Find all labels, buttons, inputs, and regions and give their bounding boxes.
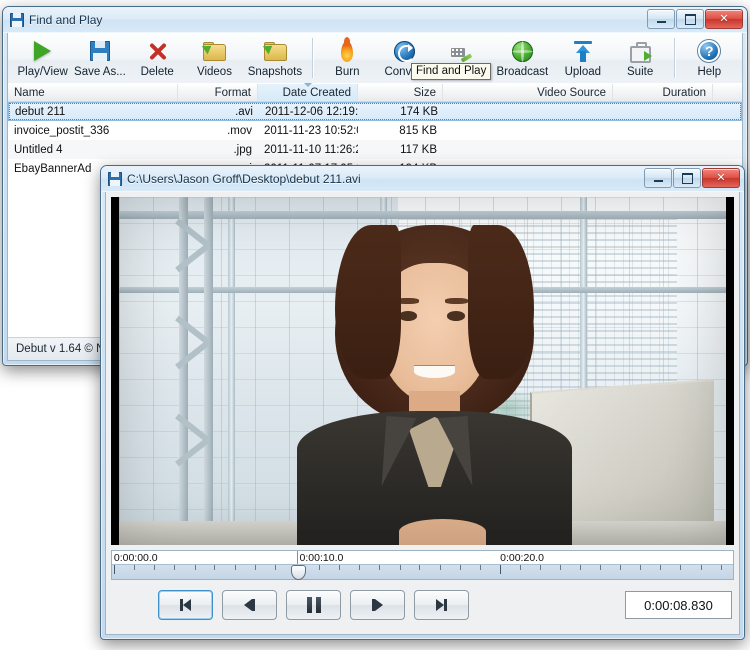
column-header-name[interactable]: Name bbox=[8, 84, 178, 101]
toolbar-button-videos[interactable]: Videos bbox=[186, 36, 243, 82]
toolbar-separator bbox=[311, 38, 314, 78]
cell-date: 2011-12-06 12:19:15 bbox=[265, 105, 359, 118]
transport-controls: 0:00:08.830 bbox=[111, 584, 734, 626]
column-header-format[interactable]: Format bbox=[178, 84, 258, 101]
cell-date: 2011-11-23 10:52:02 bbox=[264, 124, 358, 137]
toolbar-button-broadcast[interactable]: Broadcast bbox=[491, 36, 555, 82]
close-button[interactable]: ✕ bbox=[705, 9, 743, 29]
column-header-date-created[interactable]: Date Created bbox=[258, 83, 358, 101]
floppy-disk-icon bbox=[108, 172, 122, 186]
toolbar-label: Broadcast bbox=[496, 66, 549, 78]
toolbar-button-snapshots[interactable]: Snapshots bbox=[243, 36, 307, 82]
help-icon: ? bbox=[698, 39, 721, 63]
step-back-icon bbox=[244, 599, 255, 611]
cell-format: .jpg bbox=[233, 143, 252, 156]
save-icon bbox=[89, 39, 110, 63]
toolbar-label: Help bbox=[697, 66, 722, 78]
main-window-title: Find and Play bbox=[29, 13, 103, 27]
step-forward-button[interactable] bbox=[350, 590, 405, 620]
toolbar-label: Delete bbox=[140, 66, 174, 78]
skip-end-icon bbox=[436, 599, 447, 611]
close-button[interactable]: ✕ bbox=[702, 168, 740, 188]
toolbar-label: Upload bbox=[564, 66, 602, 78]
column-header-duration[interactable]: Duration bbox=[613, 84, 713, 101]
column-header-video-source[interactable]: Video Source bbox=[443, 84, 613, 101]
toolbar-separator bbox=[673, 38, 676, 78]
minimize-button[interactable] bbox=[644, 168, 672, 188]
toolbar: Play/View Save As... Delete Videos Snaps… bbox=[8, 33, 742, 87]
floppy-disk-icon bbox=[10, 13, 24, 27]
maximize-button[interactable] bbox=[676, 9, 704, 29]
cell-name: invoice_postit_336 bbox=[14, 124, 110, 137]
table-row[interactable]: invoice_postit_336 .mov 2011-11-23 10:52… bbox=[8, 121, 742, 140]
pause-icon bbox=[306, 597, 321, 613]
upload-arrow-icon bbox=[572, 39, 594, 63]
cell-name: debut 211 bbox=[15, 105, 66, 118]
toolbar-label: Save As... bbox=[74, 66, 126, 78]
maximize-button[interactable] bbox=[673, 168, 701, 188]
toolbar-button-delete[interactable]: Delete bbox=[129, 36, 186, 82]
cell-format: .mov bbox=[227, 124, 252, 137]
play-icon bbox=[34, 39, 52, 63]
toolbar-label: Videos bbox=[197, 66, 232, 78]
delete-icon bbox=[147, 39, 168, 63]
player-window-title: C:\Users\Jason Groff\Desktop\debut 211.a… bbox=[127, 172, 361, 186]
videos-folder-icon bbox=[202, 39, 227, 63]
convert-icon bbox=[394, 39, 416, 63]
toolbar-label: Burn bbox=[335, 66, 360, 78]
main-window-controls: ✕ bbox=[647, 9, 743, 29]
toolbar-label: Suite bbox=[627, 66, 654, 78]
tooltip: Find and Play bbox=[411, 63, 492, 80]
timeline[interactable]: 0:00:00.0 0:00:10.0 0:00:20.0 bbox=[111, 550, 734, 580]
playhead-handle[interactable] bbox=[291, 565, 307, 580]
table-row[interactable]: debut 211 .avi 2011-12-06 12:19:15 174 K… bbox=[8, 102, 742, 121]
toolbar-button-save-as[interactable]: Save As... bbox=[71, 36, 128, 82]
broadcast-globe-icon bbox=[511, 39, 533, 63]
burn-flame-icon bbox=[341, 36, 354, 63]
cell-date: 2011-11-10 11:26:24 bbox=[264, 143, 358, 156]
step-forward-icon bbox=[372, 599, 383, 611]
status-text: Debut v 1.64 © NC bbox=[16, 343, 113, 355]
edit-icon bbox=[450, 39, 473, 63]
toolbar-button-suite[interactable]: Suite bbox=[611, 36, 668, 82]
video-frame bbox=[119, 197, 726, 545]
minimize-button[interactable] bbox=[647, 9, 675, 29]
video-scene bbox=[119, 197, 726, 545]
cell-size: 815 KB bbox=[399, 124, 437, 137]
timeline-label: 0:00:10.0 bbox=[299, 552, 344, 564]
cell-name: Untitled 4 bbox=[14, 143, 63, 156]
player-window-controls: ✕ bbox=[644, 168, 740, 188]
player-window: C:\Users\Jason Groff\Desktop\debut 211.a… bbox=[100, 165, 745, 640]
timeline-label: 0:00:00.0 bbox=[113, 552, 158, 564]
skip-to-end-button[interactable] bbox=[414, 590, 469, 620]
main-window-titlebar[interactable]: Find and Play ✕ bbox=[3, 7, 747, 33]
cell-size: 174 KB bbox=[400, 105, 438, 118]
step-back-button[interactable] bbox=[222, 590, 277, 620]
pause-button[interactable] bbox=[286, 590, 341, 620]
player-window-client: 0:00:00.0 0:00:10.0 0:00:20.0 0:00:08.83… bbox=[105, 192, 740, 635]
toolbar-button-upload[interactable]: Upload bbox=[554, 36, 611, 82]
timeline-ticks bbox=[112, 564, 733, 580]
toolbar-label: Snapshots bbox=[247, 66, 303, 78]
toolbar-label: Play/View bbox=[17, 66, 68, 78]
video-surface[interactable] bbox=[111, 197, 734, 545]
timeline-label: 0:00:20.0 bbox=[500, 552, 544, 564]
snapshots-folder-icon bbox=[262, 39, 287, 63]
toolbar-button-help[interactable]: ? Help bbox=[681, 36, 738, 82]
file-list-header: Name Format Date Created Size Video Sour… bbox=[8, 83, 742, 102]
toolbar-button-burn[interactable]: Burn bbox=[319, 36, 376, 82]
skip-start-icon bbox=[180, 599, 191, 611]
column-header-size[interactable]: Size bbox=[358, 84, 443, 101]
current-time-display: 0:00:08.830 bbox=[625, 591, 732, 619]
suite-briefcase-icon bbox=[629, 39, 653, 63]
sort-arrow-icon bbox=[303, 83, 312, 87]
toolbar-button-play-view[interactable]: Play/View bbox=[14, 36, 71, 82]
cell-size: 117 KB bbox=[400, 143, 437, 156]
table-row[interactable]: Untitled 4 .jpg 2011-11-10 11:26:24 117 … bbox=[8, 140, 742, 159]
player-window-titlebar[interactable]: C:\Users\Jason Groff\Desktop\debut 211.a… bbox=[101, 166, 744, 192]
cell-format: .avi bbox=[235, 105, 253, 118]
skip-to-start-button[interactable] bbox=[158, 590, 213, 620]
